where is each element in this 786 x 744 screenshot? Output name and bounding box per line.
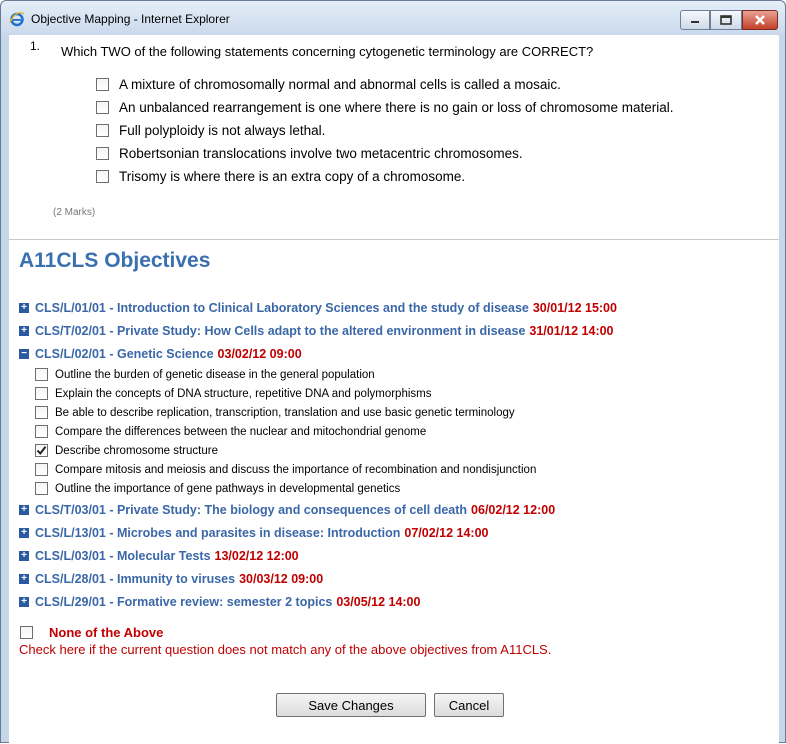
objective-date: 03/02/12 09:00 bbox=[217, 346, 302, 361]
close-icon bbox=[755, 15, 765, 25]
option-label: Trisomy is where there is an extra copy … bbox=[119, 169, 466, 184]
question-text: Which TWO of the following statements co… bbox=[61, 44, 594, 59]
objective-label[interactable]: CLS/T/02/01 - Private Study: How Cells a… bbox=[35, 324, 525, 338]
sub-objective-item: Describe chromosome structure bbox=[35, 441, 774, 460]
objective-date: 06/02/12 12:00 bbox=[471, 502, 556, 517]
collapse-minus-icon[interactable]: − bbox=[19, 348, 29, 359]
option-label: Full polyploidy is not always lethal. bbox=[119, 123, 326, 138]
option-label: Robertsonian translocations involve two … bbox=[119, 146, 523, 161]
objective-label[interactable]: CLS/L/02/01 - Genetic Science bbox=[35, 347, 214, 361]
objective-item: + CLS/L/01/01 - Introduction to Clinical… bbox=[19, 296, 774, 319]
browser-window: Objective Mapping - Internet Explorer 1.… bbox=[0, 0, 786, 744]
sub-objective-label: Compare mitosis and meiosis and discuss … bbox=[55, 463, 537, 476]
objective-label[interactable]: CLS/L/28/01 - Immunity to viruses bbox=[35, 572, 235, 586]
maximize-button[interactable] bbox=[710, 10, 742, 30]
ie-icon bbox=[9, 12, 25, 27]
none-of-above-label: None of the Above bbox=[49, 625, 164, 640]
sub-objective-checkbox[interactable] bbox=[35, 368, 48, 381]
objective-date: 07/02/12 14:00 bbox=[404, 525, 489, 540]
sub-objective-item: Outline the burden of genetic disease in… bbox=[35, 365, 774, 384]
sub-objective-label: Be able to describe replication, transcr… bbox=[55, 406, 515, 419]
option-checkbox[interactable] bbox=[96, 101, 109, 114]
objective-date: 30/03/12 09:00 bbox=[239, 571, 324, 586]
objective-item: + CLS/T/03/01 - Private Study: The biolo… bbox=[19, 498, 774, 521]
none-of-above-row: None of the Above bbox=[20, 625, 163, 640]
sub-objective-checkbox[interactable] bbox=[35, 463, 48, 476]
none-of-above-checkbox[interactable] bbox=[20, 626, 33, 639]
answer-option: A mixture of chromosomally normal and ab… bbox=[96, 73, 674, 96]
checkmark-icon bbox=[36, 446, 47, 456]
sub-objective-checkbox[interactable] bbox=[35, 482, 48, 495]
objectives-heading: A11CLS Objectives bbox=[19, 249, 211, 272]
option-checkbox[interactable] bbox=[96, 78, 109, 91]
objective-item: + CLS/L/29/01 - Formative review: semest… bbox=[19, 590, 774, 613]
objective-label[interactable]: CLS/L/13/01 - Microbes and parasites in … bbox=[35, 526, 400, 540]
answer-option: Full polyploidy is not always lethal. bbox=[96, 119, 674, 142]
objective-label[interactable]: CLS/T/03/01 - Private Study: The biology… bbox=[35, 503, 467, 517]
answer-option: Robertsonian translocations involve two … bbox=[96, 142, 674, 165]
sub-objective-list: Outline the burden of genetic disease in… bbox=[35, 365, 774, 498]
cancel-button[interactable]: Cancel bbox=[434, 693, 504, 717]
sub-objective-label: Describe chromosome structure bbox=[55, 444, 218, 457]
expand-plus-icon[interactable]: + bbox=[19, 325, 29, 336]
page-content: 1. Which TWO of the following statements… bbox=[9, 35, 779, 744]
expand-plus-icon[interactable]: + bbox=[19, 302, 29, 313]
none-of-above-help: Check here if the current question does … bbox=[19, 642, 552, 657]
objective-date: 13/02/12 12:00 bbox=[214, 548, 299, 563]
objective-label[interactable]: CLS/L/29/01 - Formative review: semester… bbox=[35, 595, 332, 609]
objective-item: + CLS/L/03/01 - Molecular Tests 13/02/12… bbox=[19, 544, 774, 567]
objective-date: 03/05/12 14:00 bbox=[336, 594, 421, 609]
sub-objective-checkbox[interactable] bbox=[35, 425, 48, 438]
answer-options: A mixture of chromosomally normal and ab… bbox=[96, 73, 674, 188]
objective-item: + CLS/L/28/01 - Immunity to viruses 30/0… bbox=[19, 567, 774, 590]
sub-objective-checkbox-checked[interactable] bbox=[35, 444, 48, 457]
minimize-icon bbox=[691, 21, 699, 23]
sub-objective-item: Be able to describe replication, transcr… bbox=[35, 403, 774, 422]
sub-objective-label: Compare the differences between the nucl… bbox=[55, 425, 427, 438]
expand-plus-icon[interactable]: + bbox=[19, 527, 29, 538]
sub-objective-item: Outline the importance of gene pathways … bbox=[35, 479, 774, 498]
maximize-icon bbox=[720, 15, 732, 25]
sub-objective-checkbox[interactable] bbox=[35, 387, 48, 400]
sub-objective-checkbox[interactable] bbox=[35, 406, 48, 419]
sub-objective-item: Compare the differences between the nucl… bbox=[35, 422, 774, 441]
objective-item: + CLS/L/13/01 - Microbes and parasites i… bbox=[19, 521, 774, 544]
objective-item: − CLS/L/02/01 - Genetic Science 03/02/12… bbox=[19, 342, 774, 365]
objective-date: 31/01/12 14:00 bbox=[529, 323, 614, 338]
option-label: An unbalanced rearrangement is one where… bbox=[119, 100, 674, 115]
option-label: A mixture of chromosomally normal and ab… bbox=[119, 77, 561, 92]
objective-label[interactable]: CLS/L/01/01 - Introduction to Clinical L… bbox=[35, 301, 529, 315]
close-button[interactable] bbox=[742, 10, 778, 30]
save-changes-button[interactable]: Save Changes bbox=[276, 693, 426, 717]
sub-objective-item: Compare mitosis and meiosis and discuss … bbox=[35, 460, 774, 479]
sub-objective-label: Explain the concepts of DNA structure, r… bbox=[55, 387, 432, 400]
sub-objective-label: Outline the importance of gene pathways … bbox=[55, 482, 401, 495]
section-divider bbox=[9, 239, 779, 240]
marks-label: (2 Marks) bbox=[53, 207, 96, 218]
answer-option: An unbalanced rearrangement is one where… bbox=[96, 96, 674, 119]
option-checkbox[interactable] bbox=[96, 124, 109, 137]
expand-plus-icon[interactable]: + bbox=[19, 573, 29, 584]
expand-plus-icon[interactable]: + bbox=[19, 504, 29, 515]
minimize-button[interactable] bbox=[680, 10, 710, 30]
expand-plus-icon[interactable]: + bbox=[19, 596, 29, 607]
option-checkbox[interactable] bbox=[96, 147, 109, 160]
expand-plus-icon[interactable]: + bbox=[19, 550, 29, 561]
window-title: Objective Mapping - Internet Explorer bbox=[31, 12, 230, 26]
sub-objective-label: Outline the burden of genetic disease in… bbox=[55, 368, 375, 381]
sub-objective-item: Explain the concepts of DNA structure, r… bbox=[35, 384, 774, 403]
objective-item: + CLS/T/02/01 - Private Study: How Cells… bbox=[19, 319, 774, 342]
objective-date: 30/01/12 15:00 bbox=[532, 300, 617, 315]
option-checkbox[interactable] bbox=[96, 170, 109, 183]
answer-option: Trisomy is where there is an extra copy … bbox=[96, 165, 674, 188]
title-bar[interactable]: Objective Mapping - Internet Explorer bbox=[1, 1, 785, 35]
objectives-list: + CLS/L/01/01 - Introduction to Clinical… bbox=[19, 296, 774, 613]
question-number: 1. bbox=[30, 39, 41, 53]
objective-label[interactable]: CLS/L/03/01 - Molecular Tests bbox=[35, 549, 211, 563]
